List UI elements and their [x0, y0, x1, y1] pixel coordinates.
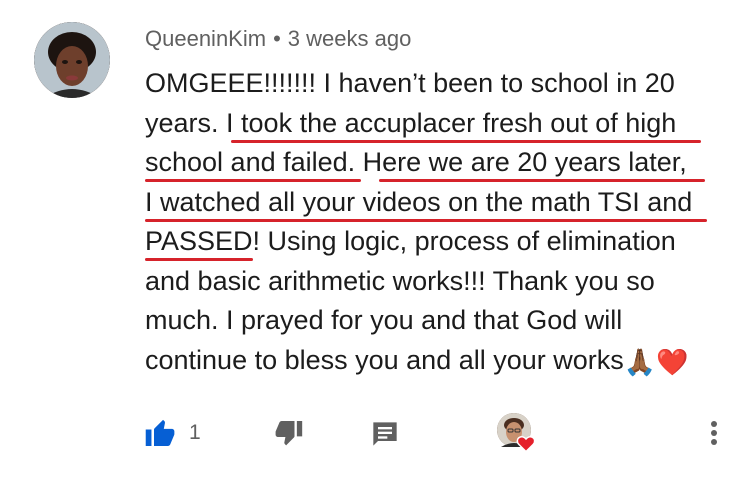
author-name[interactable]: QueeninKim [145, 26, 266, 51]
creator-heart-icon [516, 436, 536, 453]
thumb-up-icon [145, 419, 175, 446]
comment-line-2: years. I took the accuplacer fresh out o… [145, 104, 735, 144]
comment-line-1: OMGEEE!!!!!!! I haven’t been to school i… [145, 68, 675, 98]
comment-meta: QueeninKim • 3 weeks ago [145, 26, 411, 52]
comment-line-7: much. I prayed for you and that God will [145, 305, 623, 335]
author-avatar[interactable] [34, 22, 110, 98]
comment-line-2-text: years. I took the accuplacer fresh out o… [145, 107, 677, 138]
like-count: 1 [189, 421, 201, 444]
pray-heart-emoji: 🙏🏾❤️ [623, 346, 689, 377]
comment-action-bar: 1 [0, 408, 750, 458]
comment-line-3: school and failed. Here we are 20 years … [145, 143, 735, 183]
comment-text: OMGEEE!!!!!!! I haven’t been to school i… [145, 64, 735, 380]
reply-button[interactable] [368, 418, 402, 450]
more-options-button[interactable] [700, 416, 728, 450]
reply-icon [373, 422, 397, 446]
comment-line-4-text: I watched all your videos on the math TS… [145, 186, 693, 217]
comment-line-4: I watched all your videos on the math TS… [145, 183, 735, 223]
avatar-image [34, 22, 110, 98]
timestamp[interactable]: 3 weeks ago [288, 26, 412, 51]
creator-heart-badge [516, 435, 536, 458]
dislike-button[interactable] [271, 418, 305, 450]
comment-line-3-text: school and failed. Here we are 20 years … [145, 147, 687, 177]
comment-line-6: and basic arithmetic works!!! Thank you … [145, 265, 655, 296]
thumb-down-icon [275, 421, 303, 446]
comment-line-8: continue to bless you and all your works… [145, 341, 735, 381]
meta-separator: • [273, 26, 281, 51]
more-vert-icon [711, 421, 717, 445]
comment-line-8-text: continue to bless you and all your works [145, 344, 624, 375]
like-button[interactable] [143, 416, 179, 448]
comment-line-5-text: PASSED! Using logic, process of eliminat… [145, 226, 676, 256]
comment-line-5: PASSED! Using logic, process of eliminat… [145, 222, 735, 262]
